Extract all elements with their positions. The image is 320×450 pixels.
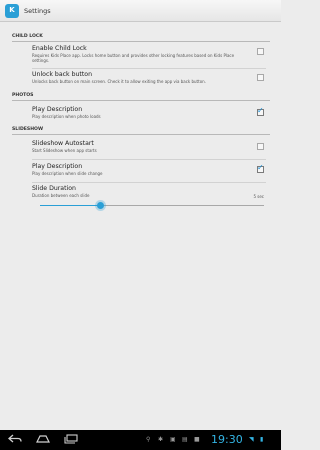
section-header-slideshow: SLIDESHOW xyxy=(12,127,270,135)
app-icon-letter: K xyxy=(9,6,15,14)
pref-title: Slideshow Autostart xyxy=(32,140,94,147)
unlock-back-button-checkbox[interactable] xyxy=(257,74,264,81)
slideshow-play-description-checkbox[interactable]: ✓ xyxy=(257,163,264,173)
back-arrow-icon[interactable] xyxy=(8,434,22,448)
recent-apps-icon[interactable] xyxy=(64,434,78,448)
pref-summary: Play description when slide change xyxy=(32,171,103,176)
checkmark-icon: ✓ xyxy=(257,163,264,172)
settings-list: CHILD LOCK Enable Child Lock Requires Ki… xyxy=(0,22,281,430)
android-debug-icon: ✱ xyxy=(158,436,164,443)
section-header-photos: PHOTOS xyxy=(12,93,270,101)
pref-unlock-back-button[interactable]: Unlock back button Unlocks back button o… xyxy=(32,71,264,84)
slider-thumb[interactable] xyxy=(96,202,104,209)
battery-icon: ▮ xyxy=(260,436,264,443)
pref-title: Play Description xyxy=(32,163,83,170)
photos-play-description-checkbox[interactable]: ✓ xyxy=(257,106,264,116)
pref-summary: Requires Kids Place app. Locks home butt… xyxy=(32,53,235,64)
divider xyxy=(32,159,266,160)
pref-enable-child-lock[interactable]: Enable Child Lock Requires Kids Place ap… xyxy=(32,45,264,63)
divider xyxy=(32,182,266,183)
slider-fill xyxy=(40,205,101,206)
slide-duration-value: 5 sec xyxy=(253,194,264,199)
pref-title: Play Description xyxy=(32,106,83,113)
slide-duration-slider[interactable] xyxy=(40,202,264,209)
checkmark-icon: ✓ xyxy=(257,106,264,115)
pref-slideshow-autostart[interactable]: Slideshow Autostart Start Slideshow when… xyxy=(32,140,264,153)
page-title: Settings xyxy=(24,6,51,15)
app-logo-icon[interactable]: K xyxy=(5,3,19,18)
system-navigation-bar: ⚲ ✱ ▣ ▤ ■ 19:30 ◥ ▮ xyxy=(0,430,281,450)
clock[interactable]: 19:30 xyxy=(211,433,243,447)
photo-icon: ▣ xyxy=(170,436,176,443)
wifi-icon: ◥ xyxy=(249,436,254,443)
pref-title: Enable Child Lock xyxy=(32,45,87,52)
pref-slide-duration: Slide Duration Duration between each sli… xyxy=(32,185,264,199)
notification-icon: ■ xyxy=(194,436,200,443)
action-bar: K Settings xyxy=(0,0,281,22)
home-icon[interactable] xyxy=(36,434,50,448)
pref-summary: Play description when photo loads xyxy=(32,114,101,119)
pref-photos-play-description[interactable]: Play Description Play description when p… xyxy=(32,106,264,119)
download-icon: ▤ xyxy=(182,436,188,443)
divider xyxy=(32,68,266,69)
pref-summary: Duration between each slide xyxy=(32,193,90,198)
usb-icon: ⚲ xyxy=(146,436,151,443)
enable-child-lock-checkbox[interactable] xyxy=(257,48,264,55)
pref-title: Slide Duration xyxy=(32,185,76,192)
pref-title: Unlock back button xyxy=(32,71,92,78)
slideshow-autostart-checkbox[interactable] xyxy=(257,143,264,150)
pref-summary: Start Slideshow when app starts xyxy=(32,148,97,153)
section-header-child-lock: CHILD LOCK xyxy=(12,34,270,42)
pref-slideshow-play-description[interactable]: Play Description Play description when s… xyxy=(32,163,264,176)
pref-summary: Unlocks back button on main screen. Chec… xyxy=(32,79,206,84)
